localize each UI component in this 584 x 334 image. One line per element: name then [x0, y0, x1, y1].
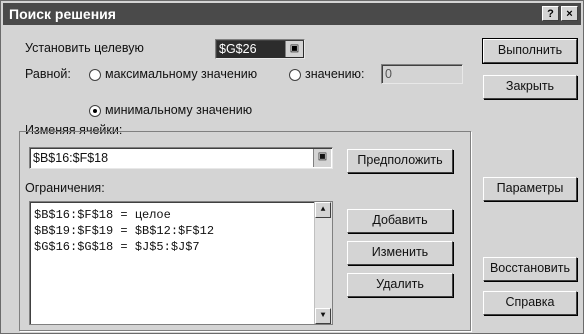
solver-dialog: Поиск решения ? × Установить целевую $G$…: [0, 0, 584, 334]
constraints-list[interactable]: $B$16:$F$18 = целое $B$19:$F$19 = $B$12:…: [29, 201, 333, 325]
close-title-button[interactable]: ×: [561, 6, 578, 21]
radio-max-label: максимальному значению: [105, 67, 258, 81]
scroll-up-icon[interactable]: ▲: [315, 202, 331, 218]
collapse-dialog-icon[interactable]: ▣: [313, 149, 331, 167]
change-constraint-button[interactable]: Изменить: [347, 241, 453, 265]
add-constraint-button[interactable]: Добавить: [347, 209, 453, 233]
radio-value-label: значению:: [305, 67, 365, 81]
value-of-input[interactable]: 0: [381, 64, 463, 84]
title-bar: Поиск решения ? ×: [3, 3, 581, 25]
radio-min-label: минимальному значению: [105, 103, 253, 117]
options-button[interactable]: Параметры: [483, 177, 577, 201]
changing-cells-value: $B$16:$F$18: [33, 151, 109, 165]
help-button[interactable]: Справка: [483, 291, 577, 315]
target-cell-input[interactable]: $G$26 ▣: [215, 39, 305, 59]
close-button[interactable]: Закрыть: [483, 75, 577, 99]
target-cell-label: Установить целевую: [25, 41, 144, 55]
equal-to-label: Равной:: [25, 67, 71, 81]
delete-constraint-button[interactable]: Удалить: [347, 273, 453, 297]
solve-button[interactable]: Выполнить: [482, 38, 578, 64]
changing-cells-input[interactable]: $B$16:$F$18 ▣: [29, 147, 333, 169]
target-cell-value: $G$26: [219, 42, 257, 56]
constraints-scrollbar[interactable]: ▲ ▼: [314, 202, 332, 324]
list-item[interactable]: $G$16:$G$18 = $J$5:$J$7: [34, 240, 200, 254]
dialog-title: Поиск решения: [9, 6, 116, 22]
guess-button[interactable]: Предположить: [347, 149, 453, 173]
help-title-button[interactable]: ?: [542, 6, 559, 21]
radio-min[interactable]: [89, 105, 101, 117]
reset-button[interactable]: Восстановить: [483, 257, 577, 281]
scroll-down-icon[interactable]: ▼: [315, 308, 331, 324]
constraints-label: Ограничения:: [25, 181, 105, 195]
radio-value[interactable]: [289, 69, 301, 81]
radio-max[interactable]: [89, 69, 101, 81]
list-item[interactable]: $B$19:$F$19 = $B$12:$F$12: [34, 224, 214, 238]
list-item[interactable]: $B$16:$F$18 = целое: [34, 208, 171, 222]
collapse-dialog-icon[interactable]: ▣: [285, 41, 303, 57]
